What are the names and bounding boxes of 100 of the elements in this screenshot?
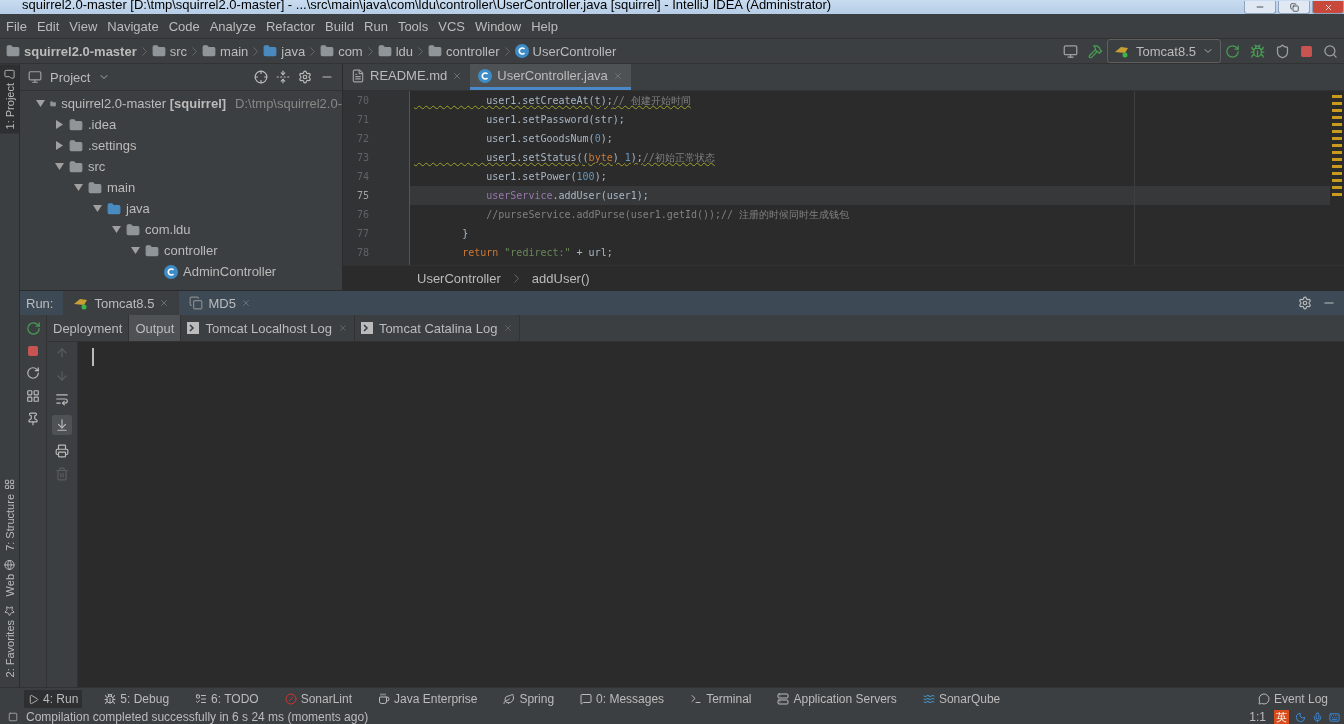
rerun-icon[interactable] <box>25 321 41 336</box>
run-tab[interactable]: MD5 <box>179 291 261 315</box>
tool-window-button[interactable]: 6: TODO <box>191 690 263 708</box>
tool-window-button[interactable]: 0: Messages <box>576 690 669 708</box>
run-tab[interactable]: Tomcat8.5 <box>63 291 180 315</box>
tool-window-button[interactable]: Java Enterprise <box>374 690 482 708</box>
menu-item[interactable]: View <box>65 18 104 34</box>
tool-window-tab[interactable]: 7: Structure <box>0 475 19 556</box>
breadcrumb[interactable]: controller <box>428 43 500 59</box>
expanded-arrow-icon[interactable] <box>36 99 45 108</box>
layout-icon[interactable] <box>26 389 40 403</box>
moon-icon[interactable] <box>1295 711 1306 723</box>
panel-toggle-icon[interactable] <box>8 712 18 722</box>
bug-icon[interactable] <box>1250 43 1265 59</box>
terminal-icon <box>690 693 703 705</box>
tree-item[interactable]: controller <box>164 243 218 258</box>
menu-item[interactable]: Edit <box>32 18 66 34</box>
search-icon[interactable] <box>1323 43 1338 59</box>
expanded-arrow-icon[interactable] <box>93 204 102 213</box>
close-icon[interactable] <box>452 70 463 81</box>
menu-item[interactable]: Analyze <box>205 18 262 34</box>
tool-window-button[interactable]: SonarLint <box>280 690 356 708</box>
tool-window-button[interactable]: 5: Debug <box>100 690 174 708</box>
close-icon[interactable] <box>503 323 514 333</box>
expanded-arrow-icon[interactable] <box>112 225 121 234</box>
close-icon[interactable] <box>159 298 170 308</box>
print-icon[interactable] <box>55 444 69 458</box>
close-button[interactable] <box>1312 1 1344 14</box>
tool-window-button[interactable]: 4: Run <box>24 690 83 708</box>
refresh-icon[interactable] <box>26 366 40 380</box>
output-tab[interactable]: Output <box>129 315 182 341</box>
keyboard-icon[interactable] <box>1329 711 1340 723</box>
breadcrumb[interactable]: UserController <box>417 270 501 286</box>
cat-icon <box>73 296 90 310</box>
collapsed-arrow-icon[interactable] <box>55 141 64 150</box>
breadcrumb[interactable]: main <box>202 43 249 59</box>
settings-icon[interactable] <box>298 70 312 84</box>
wrap-icon[interactable] <box>55 392 69 406</box>
close-icon[interactable] <box>337 323 348 333</box>
breadcrumb[interactable]: addUser() <box>531 270 590 286</box>
breadcrumb[interactable]: squirrel2.0-master <box>6 43 137 59</box>
editor-tab[interactable]: UserController.java <box>470 64 631 90</box>
menu-item[interactable]: Build <box>321 18 360 34</box>
rerun-icon[interactable] <box>1225 43 1240 59</box>
tree-item[interactable]: src <box>88 159 106 174</box>
code-line: user1.setStatus((byte) 1);//初始正常状态 <box>485 150 716 165</box>
stop-icon[interactable] <box>1300 44 1313 58</box>
restore-button[interactable] <box>1278 1 1310 14</box>
tree-item[interactable]: squirrel2.0-master [squirrel] <box>61 96 227 111</box>
breadcrumb[interactable]: com <box>320 43 363 59</box>
breadcrumb[interactable]: src <box>151 43 188 59</box>
expanded-arrow-icon[interactable] <box>55 162 64 171</box>
collapse-icon[interactable] <box>276 70 290 84</box>
menu-item[interactable]: Refactor <box>261 18 322 34</box>
panel-title[interactable]: Project <box>50 69 91 85</box>
window-icon[interactable] <box>1063 43 1078 59</box>
tree-item[interactable]: .settings <box>88 138 137 153</box>
menu-item[interactable]: Window <box>470 18 528 34</box>
tool-window-button[interactable]: SonarQube <box>918 690 1005 708</box>
editor-tab[interactable]: README.md <box>343 64 471 90</box>
menu-item[interactable]: Tools <box>393 18 435 34</box>
hammer-icon[interactable] <box>1088 43 1103 59</box>
trash-icon[interactable] <box>55 467 69 481</box>
breadcrumb[interactable]: ldu <box>377 43 414 59</box>
tool-window-tab[interactable]: 1: Project <box>0 64 19 134</box>
scroll-to-end-button[interactable] <box>52 415 72 435</box>
tree-item[interactable]: .idea <box>88 117 117 132</box>
minimize-button[interactable] <box>1244 1 1276 14</box>
tree-item[interactable]: main <box>107 180 136 195</box>
close-icon[interactable] <box>612 70 623 81</box>
menu-item[interactable]: VCS <box>434 18 471 34</box>
shield-icon[interactable] <box>1275 43 1290 59</box>
tool-window-button[interactable]: Terminal <box>686 690 756 708</box>
settings-icon[interactable] <box>1298 296 1312 310</box>
list-icon <box>195 693 208 705</box>
tree-item[interactable]: AdminController <box>183 264 277 279</box>
locate-icon[interactable] <box>254 70 268 84</box>
tree-item[interactable]: com.ldu <box>145 222 191 237</box>
microphone-icon[interactable] <box>1312 711 1323 723</box>
tool-window-button[interactable]: Spring <box>499 690 559 708</box>
tool-window-tab[interactable]: 2: Favorites <box>0 600 19 681</box>
menu-item[interactable]: Help <box>527 18 564 34</box>
close-icon[interactable] <box>240 298 251 308</box>
tool-window-button[interactable]: Application Servers <box>773 690 901 708</box>
expanded-arrow-icon[interactable] <box>131 246 140 255</box>
event-log-button[interactable]: Event Log <box>1253 690 1332 708</box>
stop-icon[interactable] <box>27 345 39 357</box>
breadcrumb[interactable]: java <box>263 43 306 59</box>
tree-item[interactable]: java <box>126 201 150 216</box>
pin-icon[interactable] <box>26 412 40 426</box>
menu-item[interactable]: Run <box>360 18 394 34</box>
breadcrumb[interactable]: UserController <box>514 43 617 59</box>
menu-item[interactable]: File <box>2 18 33 34</box>
menu-item[interactable]: Navigate <box>103 18 165 34</box>
run-configuration-dropdown[interactable]: Tomcat8.5 <box>1107 39 1221 63</box>
input-method-indicator[interactable]: 英 <box>1274 710 1289 724</box>
tool-window-tab[interactable]: Web <box>0 555 19 601</box>
collapsed-arrow-icon[interactable] <box>55 120 64 129</box>
menu-item[interactable]: Code <box>164 18 206 34</box>
expanded-arrow-icon[interactable] <box>74 183 83 192</box>
